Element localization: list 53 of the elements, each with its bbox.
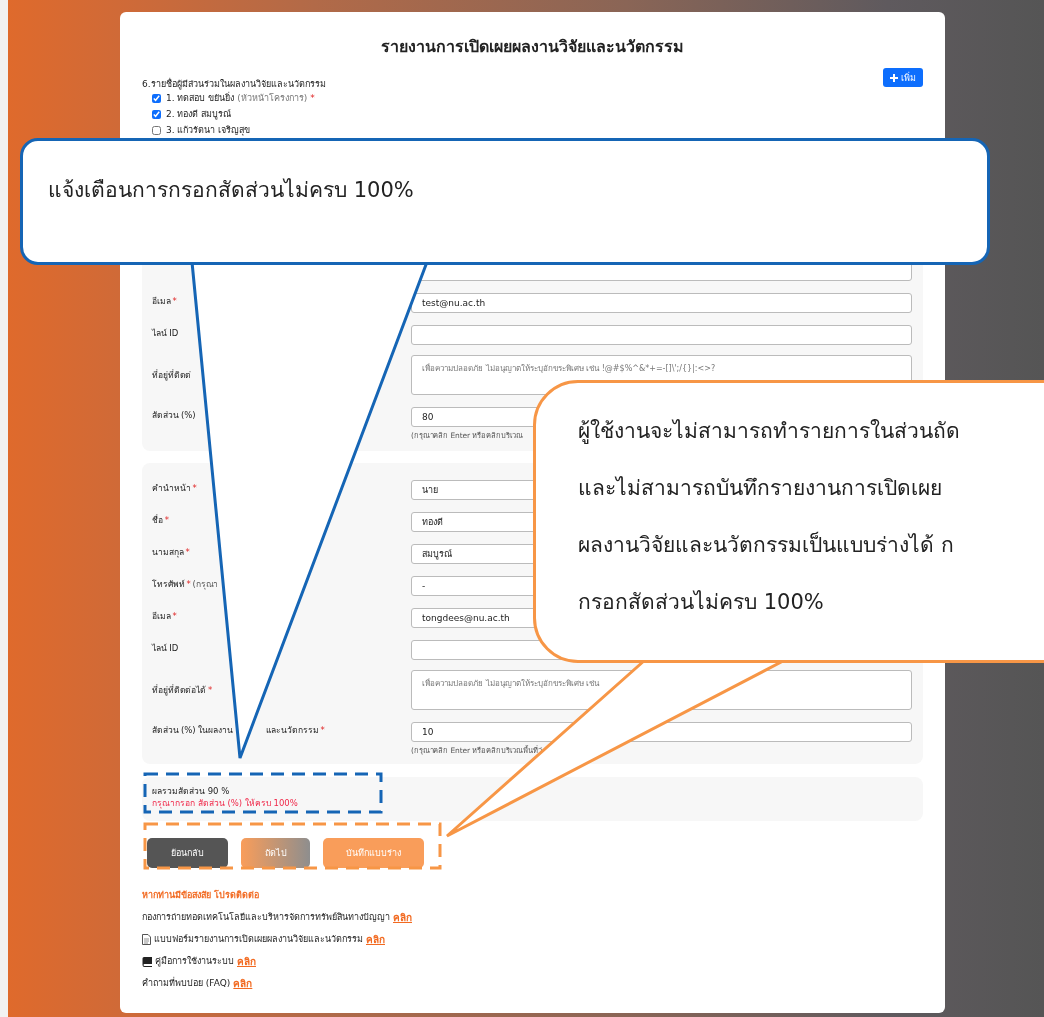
checkbox[interactable] xyxy=(152,125,161,135)
callout-text: แจ้งเตือนการกรอกสัดส่วนไม่ครบ 100% xyxy=(48,177,414,204)
field-label: ที่อยู่ที่ติดต่อได้ xyxy=(152,683,206,697)
field-label: ไลน์ ID xyxy=(152,642,179,655)
warning-message: กรุณากรอก สัดส่วน (%) ให้ครบ 100% xyxy=(152,797,299,809)
participant-name: 1. ทดสอบ ขยันยิ่ง xyxy=(166,91,235,105)
required-mark: * xyxy=(172,296,177,306)
document-icon xyxy=(142,934,151,945)
field-label: สัดส่วน (%) ในผลงาน xyxy=(152,724,233,737)
checkbox[interactable] xyxy=(152,93,161,103)
plus-icon xyxy=(890,73,898,82)
field-label: สัดส่วน (%) xyxy=(152,409,196,422)
total-share: ผลรวมสัดส่วน 90 % xyxy=(152,785,231,797)
back-button[interactable]: ย้อนกลับ xyxy=(147,838,228,868)
page-title: รายงานการเปิดเผยผลงานวิจัยและนวัตกรรม xyxy=(380,36,685,58)
field-label: อีเมล xyxy=(152,610,171,623)
field-label: และนวัตกรรม xyxy=(266,724,319,737)
field-label: อีเมล xyxy=(152,295,171,308)
required-mark: * xyxy=(172,611,177,621)
next-button[interactable]: ถัดไป xyxy=(241,838,310,868)
click-link[interactable]: คลิก xyxy=(237,955,256,968)
required-mark: * xyxy=(192,483,197,493)
checkbox[interactable] xyxy=(152,109,161,119)
contact-text: กองการถ่ายทอดเทคโนโลยีและบริหารจัดการทรัพย์สินทางปัญญา xyxy=(142,911,390,924)
required-mark: * xyxy=(208,685,213,695)
contact-text: คำถามที่พบบ่อย (FAQ) xyxy=(142,977,231,990)
draft-button[interactable]: บันทึกแบบร่าง xyxy=(323,838,424,868)
field-note: (กรุณา xyxy=(192,578,219,591)
field-label: คำนำหน้า xyxy=(152,482,191,495)
contact-text: แบบฟอร์มรายงานการเปิดเผยผลงานวิจัยและนวัตกรรม xyxy=(154,933,363,946)
text-field[interactable]: test@nu.ac.th xyxy=(411,293,912,313)
participant-name: 2. ทองดี สมบูรณ์ xyxy=(166,108,232,121)
field-label: โทรศัพท์ xyxy=(152,578,185,591)
section-heading: 6.รายชื่อผู้มีส่วนร่วมในผลงานวิจัยและนวัตกรรม xyxy=(142,78,326,90)
field-label: ชื่อ xyxy=(152,513,163,527)
required-mark: * xyxy=(310,93,315,103)
required-mark: * xyxy=(185,547,190,557)
contact-text: คู่มือการใช้งานระบบ xyxy=(155,955,234,968)
field-label: ไลน์ ID xyxy=(152,327,179,340)
required-mark: * xyxy=(186,579,191,589)
role-note: (หัวหน้าโครงการ) xyxy=(237,92,308,105)
add-button[interactable]: เพิ่ม xyxy=(883,68,923,87)
book-icon xyxy=(142,956,152,967)
contact-heading: หากท่านมีข้อสงสัย โปรดติดต่อ xyxy=(142,889,261,902)
click-link[interactable]: คลิก xyxy=(233,977,253,990)
click-link[interactable]: คลิก xyxy=(393,911,412,924)
required-mark: * xyxy=(164,515,169,525)
click-link[interactable]: คลิก xyxy=(366,933,385,946)
field-label: นามสกุล xyxy=(152,546,184,559)
callout-text: ผู้ใช้งานจะไม่สามารถทำรายการในส่วนถัด และไม่สามารถบันทึกรายงานการเปิดเผย ผลงานวิจัยและนวัตกรรมเป็นแบบร่างได้ ก กรอกสัดส่วนไม่ครบ 100% xyxy=(578,418,960,616)
field-label: ที่อยู่ที่ติดต่ xyxy=(152,368,192,382)
participant-name: 3. แก้วรัตนา เจริญสุข xyxy=(166,124,251,137)
required-mark: * xyxy=(320,725,325,735)
